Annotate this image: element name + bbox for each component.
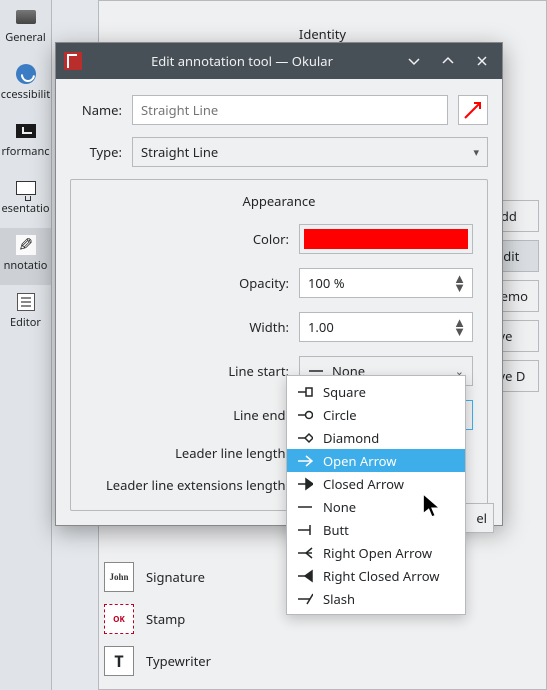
- chevron-down-icon: ▾: [473, 145, 479, 160]
- sidebar-item-performance[interactable]: rformanc: [0, 114, 51, 171]
- dropdown-option-label: Butt: [323, 521, 349, 539]
- sidebar-item-label: rformanc: [1, 144, 49, 159]
- sidebar-item-label: ccessibilit: [1, 87, 50, 102]
- spin-buttons[interactable]: ▲▼: [449, 318, 470, 336]
- leader-length-label: Leader line length:: [85, 444, 289, 462]
- sidebar-item-label: Editor: [10, 315, 41, 330]
- typewriter-icon: T: [104, 646, 134, 676]
- mouse-cursor: [422, 493, 444, 525]
- sidebar-item-presentation[interactable]: esentatio: [0, 171, 51, 228]
- dropdown-option-label: Slash: [323, 590, 355, 608]
- dropdown-option-label: Right Open Arrow: [323, 544, 432, 562]
- dropdown-option-slash[interactable]: Slash: [287, 587, 465, 610]
- closedarrow-glyph-icon: [297, 476, 313, 492]
- color-label: Color:: [85, 230, 289, 248]
- dropdown-option-rclosedarrow[interactable]: Right Closed Arrow: [287, 564, 465, 587]
- dialog-title: Edit annotation tool — Okular: [92, 52, 392, 70]
- dropdown-option-label: Right Closed Arrow: [323, 567, 440, 585]
- annotations-icon: [16, 235, 36, 255]
- type-label: Type:: [70, 143, 122, 161]
- circle-glyph-icon: [297, 407, 313, 423]
- dropdown-option-openarrow[interactable]: Open Arrow: [287, 449, 465, 472]
- dropdown-option-label: Square: [323, 383, 366, 401]
- ropenarrow-glyph-icon: [297, 545, 313, 561]
- width-spinbox[interactable]: 1.00 ▲▼: [299, 312, 473, 342]
- none-glyph-icon: [297, 499, 313, 515]
- slash-glyph-icon: [297, 591, 313, 607]
- sidebar-item-accessibility[interactable]: ccessibilit: [0, 57, 51, 114]
- name-label: Name:: [70, 101, 122, 119]
- dropdown-option-circle[interactable]: Circle: [287, 403, 465, 426]
- leader-ext-length-label: Leader line extensions length:: [85, 476, 289, 494]
- line-start-label: Line start:: [85, 362, 289, 380]
- tool-preview: [458, 95, 488, 125]
- color-button[interactable]: [299, 224, 473, 254]
- presentation-icon: [16, 181, 36, 195]
- list-item[interactable]: T Typewriter: [104, 644, 211, 678]
- opacity-spinbox[interactable]: 100 % ▲▼: [299, 268, 473, 298]
- dropdown-option-label: Open Arrow: [323, 452, 397, 470]
- sidebar-item-general[interactable]: General: [0, 0, 51, 57]
- rclosedarrow-glyph-icon: [297, 568, 313, 584]
- dropdown-option-ropenarrow[interactable]: Right Open Arrow: [287, 541, 465, 564]
- width-value: 1.00: [308, 318, 334, 336]
- appearance-title: Appearance: [85, 192, 473, 210]
- list-item-label: Stamp: [146, 610, 185, 628]
- dropdown-option-label: Closed Arrow: [323, 475, 404, 493]
- dropdown-option-closedarrow[interactable]: Closed Arrow: [287, 472, 465, 495]
- sidebar-item-label: General: [5, 30, 46, 45]
- type-combobox[interactable]: Straight Line ▾: [132, 137, 488, 167]
- dropdown-option-label: Circle: [323, 406, 357, 424]
- color-swatch: [304, 229, 468, 249]
- close-button[interactable]: [470, 49, 494, 73]
- dropdown-option-diamond[interactable]: Diamond: [287, 426, 465, 449]
- dropdown-option-label: Diamond: [323, 429, 379, 447]
- button-label-partial: el: [476, 509, 487, 527]
- editor-icon: [17, 293, 35, 311]
- performance-icon: [16, 124, 36, 138]
- general-icon: [16, 10, 36, 24]
- list-item[interactable]: OK Stamp: [104, 602, 211, 636]
- annotation-tool-list: John Signature OK Stamp T Typewriter: [104, 560, 211, 678]
- dropdown-option-label: None: [323, 498, 356, 516]
- spin-buttons[interactable]: ▲▼: [449, 274, 470, 292]
- type-value: Straight Line: [141, 143, 218, 161]
- dialog-titlebar[interactable]: Edit annotation tool — Okular: [56, 43, 502, 79]
- diamond-glyph-icon: [297, 430, 313, 446]
- square-glyph-icon: [297, 384, 313, 400]
- list-item-label: Signature: [146, 568, 205, 586]
- butt-glyph-icon: [297, 522, 313, 538]
- name-input[interactable]: [132, 95, 448, 125]
- signature-icon: John: [104, 562, 134, 592]
- sidebar-item-label: nnotatio: [4, 258, 48, 273]
- list-item-label: Typewriter: [146, 652, 211, 670]
- settings-sidebar: General ccessibilit rformanc esentatio n…: [0, 0, 52, 690]
- sidebar-item-label: esentatio: [1, 201, 49, 216]
- stamp-icon: OK: [104, 604, 134, 634]
- list-item[interactable]: John Signature: [104, 560, 211, 594]
- dropdown-option-square[interactable]: Square: [287, 380, 465, 403]
- opacity-value: 100 %: [308, 274, 345, 292]
- openarrow-glyph-icon: [297, 453, 313, 469]
- opacity-label: Opacity:: [85, 274, 289, 292]
- sidebar-item-editor[interactable]: Editor: [0, 285, 51, 342]
- width-label: Width:: [85, 318, 289, 336]
- accessibility-icon: [16, 64, 36, 84]
- line-end-label: Line end:: [85, 406, 289, 424]
- sidebar-item-annotations[interactable]: nnotatio: [0, 228, 51, 285]
- maximize-button[interactable]: [436, 49, 460, 73]
- minimize-button[interactable]: [402, 49, 426, 73]
- okular-app-icon: [64, 52, 82, 70]
